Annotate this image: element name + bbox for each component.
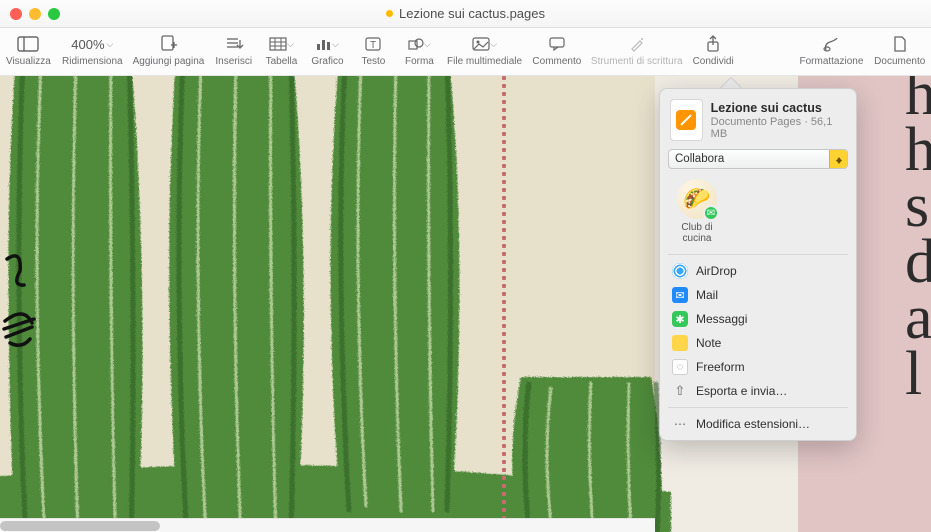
- svg-text:T: T: [370, 40, 376, 51]
- insert-button[interactable]: Inserisci: [209, 32, 258, 67]
- table-icon: ⌵: [267, 34, 295, 54]
- chart-button[interactable]: ⌵ Grafico: [304, 32, 350, 67]
- document-canvas[interactable]: h h s d a l: [0, 76, 931, 532]
- writing-tools-icon: [623, 34, 651, 54]
- share-app-list: AirDrop ✉︎Mail ✱Messaggi Note ◌Freeform …: [660, 255, 856, 407]
- document-button[interactable]: Documento: [869, 32, 931, 67]
- margin-guide: [502, 76, 506, 532]
- window-titlebar: Lezione sui cactus.pages: [0, 0, 931, 28]
- shape-icon: ⌵: [405, 34, 433, 54]
- document-title: Lezione sui cactus.pages: [0, 6, 931, 21]
- view-icon: [14, 34, 42, 54]
- popover-doc-name: Lezione sui cactus: [711, 101, 846, 115]
- share-notes[interactable]: Note: [660, 331, 856, 355]
- format-button[interactable]: Formattazione: [794, 32, 868, 67]
- share-messages[interactable]: ✱Messaggi: [660, 307, 856, 331]
- horizontal-scrollbar[interactable]: [0, 518, 655, 532]
- add-page-icon: [154, 34, 182, 54]
- fullscreen-button[interactable]: [48, 8, 60, 20]
- zoom-value: 400%⌵: [78, 34, 106, 54]
- messages-badge-icon: ✉︎: [703, 205, 719, 221]
- share-popover: Lezione sui cactus Documento Pages · 56,…: [659, 88, 857, 441]
- share-button[interactable]: Condividi: [686, 32, 739, 67]
- comment-button[interactable]: Commento: [527, 32, 587, 67]
- popover-contacts: 🌮✉︎ Club di cucina: [660, 169, 856, 254]
- cactus-illustration: [0, 76, 680, 532]
- zoom-selector[interactable]: 400%⌵ Ridimensiona: [57, 32, 128, 67]
- share-mail[interactable]: ✉︎Mail: [660, 283, 856, 307]
- contact-item[interactable]: 🌮✉︎ Club di cucina: [670, 179, 724, 244]
- close-button[interactable]: [10, 8, 22, 20]
- minimize-button[interactable]: [29, 8, 41, 20]
- view-button[interactable]: Visualizza: [0, 32, 57, 67]
- media-button[interactable]: ⌵ File multimediale: [442, 32, 526, 67]
- edit-extensions[interactable]: ⋯Modifica estensioni…: [660, 412, 856, 436]
- ink-scribble: [2, 251, 42, 371]
- freeform-icon: ◌: [672, 359, 688, 375]
- document-title-text: Lezione sui cactus.pages: [399, 6, 545, 21]
- popover-doc-meta: Documento Pages · 56,1 MB: [711, 116, 846, 140]
- serif-text-fragment: h h s d a l: [905, 76, 931, 402]
- add-page-button[interactable]: Aggiungi pagina: [128, 32, 209, 67]
- notes-icon: [672, 335, 688, 351]
- share-airdrop[interactable]: AirDrop: [660, 259, 856, 283]
- chart-icon: ⌵: [313, 34, 341, 54]
- airdrop-icon: [672, 263, 688, 279]
- table-button[interactable]: ⌵ Tabella: [258, 32, 304, 67]
- popover-header: Lezione sui cactus Documento Pages · 56,…: [660, 89, 856, 149]
- dropdown-stepper-icon: [829, 150, 847, 168]
- collaborate-dropdown[interactable]: Collabora: [668, 149, 848, 169]
- chevron-down-icon: ⌵: [107, 39, 114, 50]
- comment-icon: [543, 34, 571, 54]
- media-icon: ⌵: [471, 34, 499, 54]
- insert-icon: [220, 34, 248, 54]
- document-icon: [886, 34, 914, 54]
- format-icon: [817, 34, 845, 54]
- contact-avatar: 🌮✉︎: [677, 179, 717, 219]
- edited-indicator: [386, 10, 393, 17]
- share-icon: [699, 34, 727, 54]
- export-icon: ⇧: [672, 383, 688, 399]
- mail-icon: ✉︎: [672, 287, 688, 303]
- messages-icon: ✱: [672, 311, 688, 327]
- text-button[interactable]: T Testo: [350, 32, 396, 67]
- pages-file-icon: [670, 99, 703, 141]
- share-export[interactable]: ⇧Esporta e invia…: [660, 379, 856, 403]
- shape-button[interactable]: ⌵ Forma: [396, 32, 442, 67]
- text-icon: T: [359, 34, 387, 54]
- window-controls: [0, 8, 60, 20]
- contact-name: Club di cucina: [670, 222, 724, 244]
- share-freeform[interactable]: ◌Freeform: [660, 355, 856, 379]
- toolbar: Visualizza 400%⌵ Ridimensiona Aggiungi p…: [0, 28, 931, 76]
- scrollbar-thumb[interactable]: [0, 521, 160, 531]
- writing-tools-button: Strumenti di scrittura: [587, 32, 686, 67]
- extensions-icon: ⋯: [672, 416, 688, 432]
